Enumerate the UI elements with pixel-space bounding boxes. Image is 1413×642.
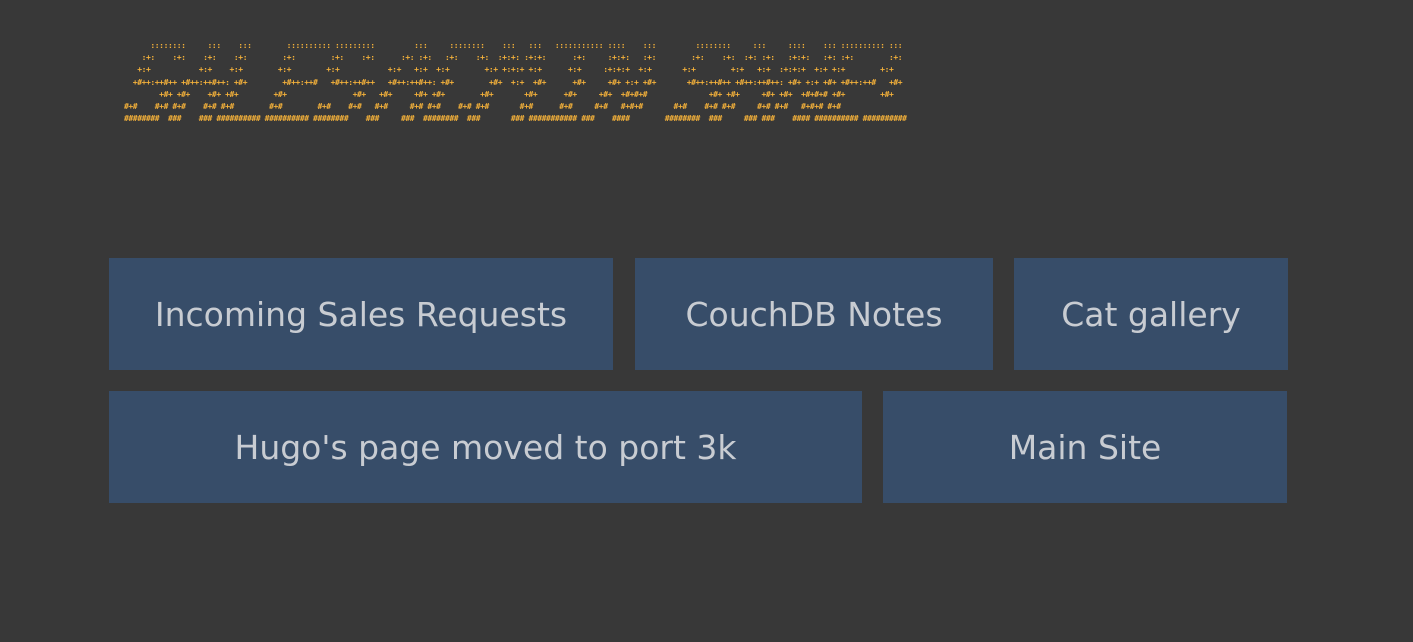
link-tile-cat-gallery[interactable]: Cat gallery [1014,258,1288,370]
link-tile-couchdb-notes[interactable]: CouchDB Notes [635,258,993,370]
link-tile-incoming-sales-requests[interactable]: Incoming Sales Requests [109,258,613,370]
ascii-art-banner: :::::::: ::: ::: :::::::::: ::::::::: ::… [124,41,907,124]
link-tile-hugos-page[interactable]: Hugo's page moved to port 3k [109,391,862,503]
link-tile-main-site[interactable]: Main Site [883,391,1287,503]
